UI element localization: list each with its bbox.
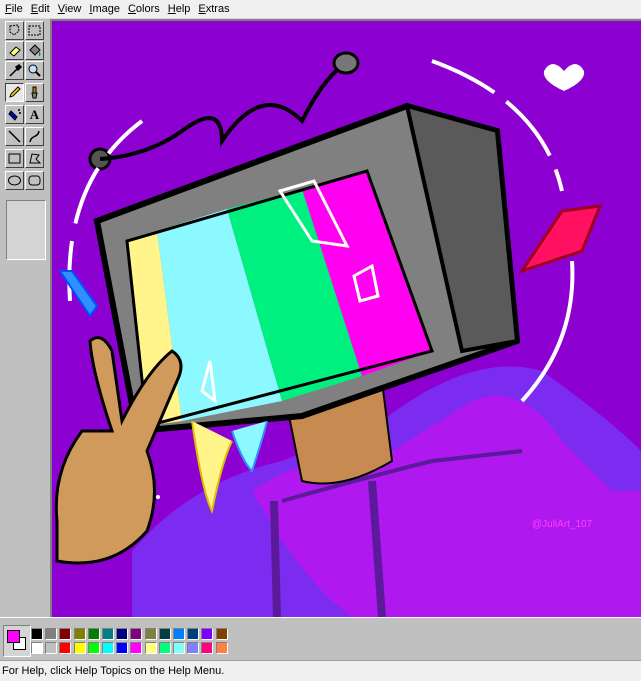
free-select-icon [9, 24, 20, 36]
menu-colors[interactable]: Colors [125, 0, 163, 18]
palette-swatch[interactable] [187, 642, 200, 654]
palette-swatch[interactable] [187, 628, 200, 640]
palette-swatch[interactable] [73, 628, 86, 640]
eraser-tool[interactable] [5, 41, 24, 60]
polygon-icon [29, 153, 42, 164]
palette-swatch[interactable] [116, 642, 129, 654]
palette-swatch[interactable] [31, 628, 43, 640]
palette-swatch[interactable] [144, 642, 157, 654]
current-colors-indicator[interactable] [3, 625, 31, 657]
workspace: @JuliArt_107 [50, 19, 641, 617]
brush-tool[interactable] [25, 83, 44, 102]
palette-swatch[interactable] [45, 628, 58, 640]
palette-swatch[interactable] [201, 642, 214, 654]
palette-swatch[interactable] [102, 628, 114, 640]
status-bar: For Help, click Help Topics on the Help … [0, 660, 641, 681]
palette-swatch[interactable] [102, 642, 114, 654]
rect-select-tool[interactable] [25, 21, 44, 40]
menu-extras[interactable]: Extras [195, 0, 232, 18]
magnifier-tool[interactable] [25, 61, 44, 80]
airbrush-icon [8, 109, 21, 121]
status-text: For Help, click Help Topics on the Help … [2, 665, 225, 677]
palette-swatch[interactable] [31, 642, 43, 654]
toolbox: A [0, 19, 50, 617]
fill-tool[interactable] [25, 41, 44, 60]
free-select-tool[interactable] [5, 21, 24, 40]
palette-swatch[interactable] [173, 642, 185, 654]
brush-icon [31, 86, 38, 99]
line-tool[interactable] [5, 127, 24, 146]
menu-bar: File Edit View Image Colors Help Extras [0, 0, 641, 19]
ellipse-icon [8, 175, 21, 186]
rectangle-tool[interactable] [5, 149, 24, 168]
fill-bucket-icon [29, 44, 41, 57]
menu-view[interactable]: View [55, 0, 85, 18]
text-icon: A [29, 106, 40, 122]
palette-swatch[interactable] [45, 642, 58, 654]
palette-swatch[interactable] [215, 628, 228, 640]
palette-swatch[interactable] [158, 628, 171, 640]
magnifier-icon [28, 64, 41, 77]
rounded-rect-icon [28, 175, 41, 186]
eraser-icon [9, 46, 21, 57]
curve-tool[interactable] [25, 127, 44, 146]
menu-help[interactable]: Help [165, 0, 194, 18]
palette-swatch[interactable] [173, 628, 185, 640]
palette-swatch[interactable] [87, 628, 100, 640]
palette-swatch[interactable] [130, 642, 143, 654]
palette-swatch[interactable] [130, 628, 143, 640]
color-picker-tool[interactable] [5, 61, 24, 80]
airbrush-tool[interactable] [5, 105, 24, 124]
line-icon [8, 130, 21, 143]
rectangle-icon [8, 153, 21, 164]
palette-swatch[interactable] [144, 628, 157, 640]
palette-swatch[interactable] [87, 642, 100, 654]
menu-edit[interactable]: Edit [28, 0, 53, 18]
curve-icon [29, 130, 40, 143]
palette-swatch[interactable] [215, 642, 228, 654]
rounded-rect-tool[interactable] [25, 171, 44, 190]
palette-swatch[interactable] [158, 642, 171, 654]
palette-swatch[interactable] [73, 642, 86, 654]
pencil-tool[interactable] [5, 83, 24, 102]
watermark-text: @JuliArt_107 [532, 519, 593, 530]
color-palette [0, 617, 641, 660]
palette-swatch[interactable] [116, 628, 129, 640]
pencil-icon [9, 86, 21, 98]
palette-swatch[interactable] [201, 628, 214, 640]
polygon-tool[interactable] [25, 149, 44, 168]
palette-swatch[interactable] [59, 628, 72, 640]
foreground-color-swatch [7, 630, 20, 643]
color-picker-icon [9, 64, 22, 77]
tool-options-box[interactable] [6, 200, 46, 260]
menu-image[interactable]: Image [86, 0, 123, 18]
menu-file[interactable]: File [2, 0, 26, 18]
drawing-canvas[interactable]: @JuliArt_107 [52, 21, 641, 617]
ellipse-tool[interactable] [5, 171, 24, 190]
text-tool[interactable]: A [25, 105, 44, 124]
rect-select-icon [28, 25, 41, 36]
palette-swatch[interactable] [59, 642, 72, 654]
